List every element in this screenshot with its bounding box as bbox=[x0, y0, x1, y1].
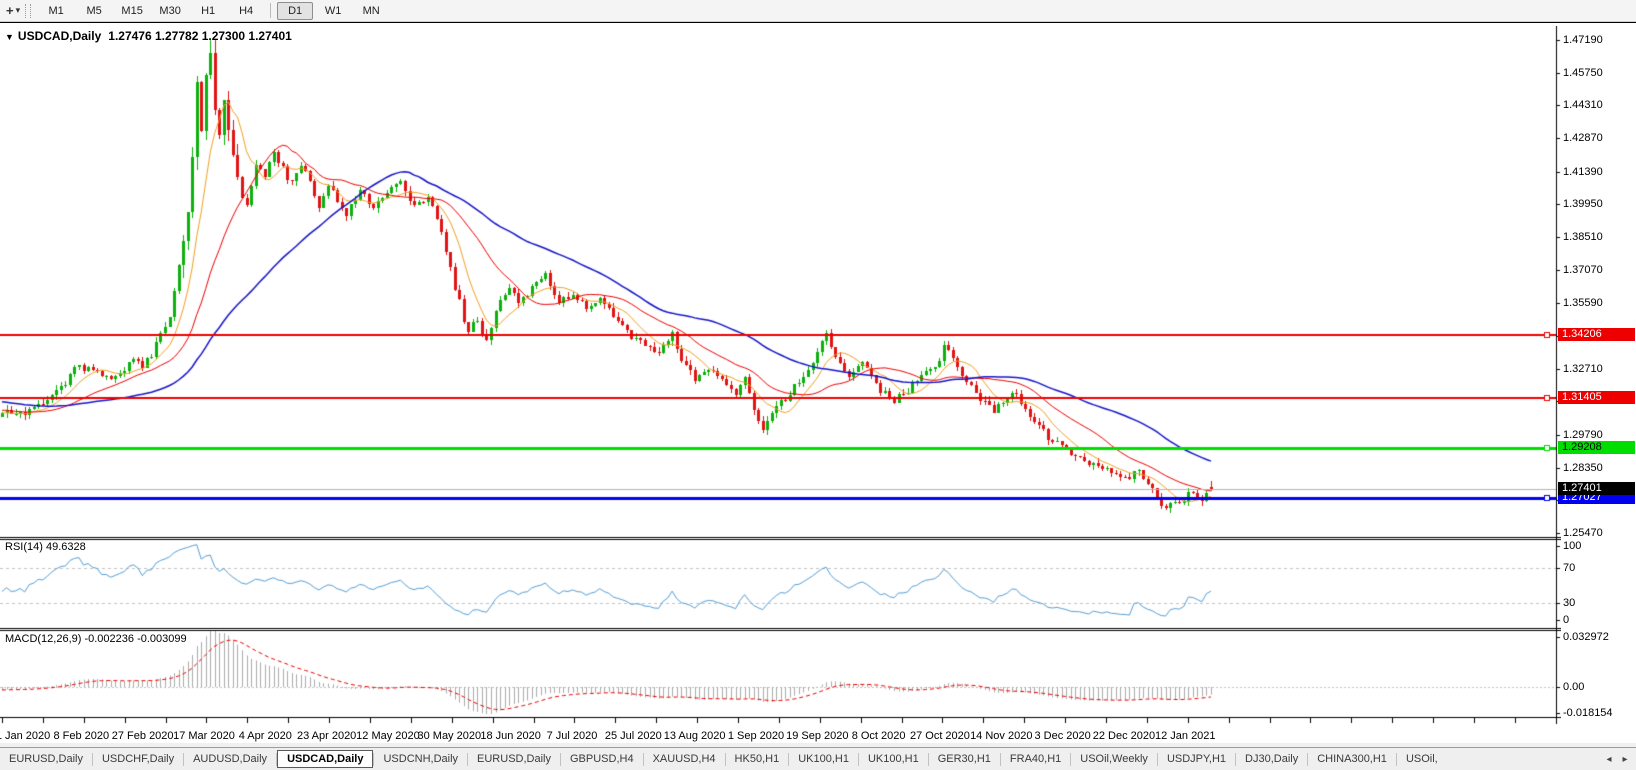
tab-usoil-weekly[interactable]: USOil,Weekly bbox=[1071, 750, 1157, 768]
crosshair-tool-icon[interactable]: + bbox=[4, 3, 16, 18]
chart-ohlc-values: 1.27476 1.27782 1.27300 1.27401 bbox=[108, 29, 292, 43]
rsi-axis-tick-label: 70 bbox=[1563, 562, 1576, 574]
timeframe-buttons: M1 M5 M15 M30 H1 H4 D1 W1 MN bbox=[37, 1, 390, 20]
price-axis-tick-label: 1.28350 bbox=[1563, 461, 1603, 474]
chart-symbol-title: USDCAD,Daily bbox=[17, 29, 102, 43]
timeframe-button-m15[interactable]: M15 bbox=[114, 2, 150, 20]
trading-app-window: + ▾ M1 M5 M15 M30 H1 H4 D1 W1 MN ▼ USDCAD,Daily 1.… bbox=[0, 0, 1636, 770]
price-axis-tick-label: 1.39950 bbox=[1563, 198, 1603, 211]
support-price-label[interactable]: 1.29208 bbox=[1558, 441, 1635, 455]
rsi-indicator-label: RSI(14) 49.6328 bbox=[5, 541, 86, 553]
tab-usdcad-daily[interactable]: USDCAD,Daily bbox=[277, 750, 374, 768]
timeframe-button-w1[interactable]: W1 bbox=[315, 2, 351, 20]
tab-usdcnh-daily[interactable]: USDCNH,Daily bbox=[374, 750, 467, 768]
price-axis-tick-label: 1.42870 bbox=[1563, 132, 1603, 145]
price-axis-tick-label: 1.38510 bbox=[1563, 231, 1603, 244]
chart-tab-bar: EURUSD,Daily USDCHF,Daily AUDUSD,Daily USDC… bbox=[0, 747, 1636, 770]
tab-eurusd-daily[interactable]: EURUSD,Daily bbox=[468, 750, 560, 768]
macd-axis-tick-label: 0.032972 bbox=[1563, 631, 1609, 643]
tab-usdjpy-h1[interactable]: USDJPY,H1 bbox=[1158, 750, 1235, 768]
chart-window: ▼ USDCAD,Daily 1.27476 1.27782 1.27300 1.2… bbox=[0, 22, 1636, 743]
price-axis-tick-label: 1.45750 bbox=[1563, 66, 1603, 79]
rsi-axis-tick-label: 0 bbox=[1563, 614, 1570, 626]
tab-uk100-h1[interactable]: UK100,H1 bbox=[789, 750, 858, 768]
tab-ger30-h1[interactable]: GER30,H1 bbox=[929, 750, 1000, 768]
toolbar-dropdown-caret-icon[interactable]: ▾ bbox=[16, 5, 24, 16]
timeframe-button-m1[interactable]: M1 bbox=[38, 2, 74, 20]
price-axis-tick-label: 1.47190 bbox=[1563, 33, 1603, 46]
timeframe-button-h1[interactable]: H1 bbox=[190, 2, 226, 20]
resistance-price-label[interactable]: 1.34206 bbox=[1558, 327, 1635, 341]
rsi-axis-tick-label: 30 bbox=[1563, 597, 1576, 609]
macd-axis-tick-label: -0.018154 bbox=[1563, 707, 1613, 719]
tab-scroll-right-icon[interactable]: ▸ bbox=[1617, 754, 1633, 765]
price-axis-tick-label: 1.41390 bbox=[1563, 165, 1603, 178]
tab-usoil[interactable]: USOil, bbox=[1397, 750, 1447, 768]
price-axis-tick-label: 1.44310 bbox=[1563, 99, 1603, 112]
price-axis-tick-label: 1.25470 bbox=[1563, 527, 1603, 540]
toolbar: + ▾ M1 M5 M15 M30 H1 H4 D1 W1 MN bbox=[0, 0, 1636, 22]
resistance-price-label[interactable]: 1.31405 bbox=[1558, 391, 1635, 405]
tab-eurusd-daily[interactable]: EURUSD,Daily bbox=[0, 750, 92, 768]
tab-fra40-h1[interactable]: FRA40,H1 bbox=[1001, 750, 1070, 768]
price-axis-tick-label: 1.32710 bbox=[1563, 362, 1603, 375]
macd-axis-tick-label: 0.00 bbox=[1563, 681, 1585, 693]
tab-usdchf-daily[interactable]: USDCHF,Daily bbox=[93, 750, 183, 768]
chart-collapse-icon[interactable]: ▼ bbox=[5, 32, 14, 42]
tab-dj30-daily[interactable]: DJ30,Daily bbox=[1236, 750, 1307, 768]
tab-scroll-controls: ◂ ▸ bbox=[1601, 754, 1636, 765]
price-axis-tick-label: 1.29790 bbox=[1563, 428, 1603, 441]
current-price-price-label[interactable]: 1.27401 bbox=[1558, 482, 1635, 496]
tab-uk100-h1[interactable]: UK100,H1 bbox=[859, 750, 928, 768]
tab-xauusd-h4[interactable]: XAUUSD,H4 bbox=[644, 750, 725, 768]
timeframe-button-m30[interactable]: M30 bbox=[152, 2, 188, 20]
toolbar-grip-handle[interactable] bbox=[25, 3, 32, 18]
tab-hk50-h1[interactable]: HK50,H1 bbox=[726, 750, 789, 768]
chart-canvas[interactable] bbox=[0, 26, 1561, 726]
tab-gbpusd-h4[interactable]: GBPUSD,H4 bbox=[561, 750, 643, 768]
rsi-axis-tick-label: 100 bbox=[1563, 540, 1582, 552]
timeframe-button-d1[interactable]: D1 bbox=[277, 1, 314, 20]
price-axis-tick-label: 1.37070 bbox=[1563, 263, 1603, 276]
macd-indicator-label: MACD(12,26,9) -0.002236 -0.003099 bbox=[5, 633, 187, 645]
chart-header: ▼ USDCAD,Daily 1.27476 1.27782 1.27300 1.2… bbox=[5, 29, 292, 43]
tab-list: EURUSD,Daily USDCHF,Daily AUDUSD,Daily USDC… bbox=[0, 750, 1447, 768]
price-axis-tick-label: 1.35590 bbox=[1563, 297, 1603, 310]
tab-scroll-left-icon[interactable]: ◂ bbox=[1601, 754, 1617, 765]
toolbar-separator bbox=[270, 3, 272, 18]
timeframe-button-h4[interactable]: H4 bbox=[228, 2, 264, 20]
tab-audusd-daily[interactable]: AUDUSD,Daily bbox=[184, 750, 276, 768]
date-axis-label: 12 Jan 2021 bbox=[1154, 730, 1216, 742]
timeframe-button-m5[interactable]: M5 bbox=[76, 2, 112, 20]
timeframe-button-mn[interactable]: MN bbox=[353, 2, 389, 20]
tab-china300-h1[interactable]: CHINA300,H1 bbox=[1308, 750, 1396, 768]
